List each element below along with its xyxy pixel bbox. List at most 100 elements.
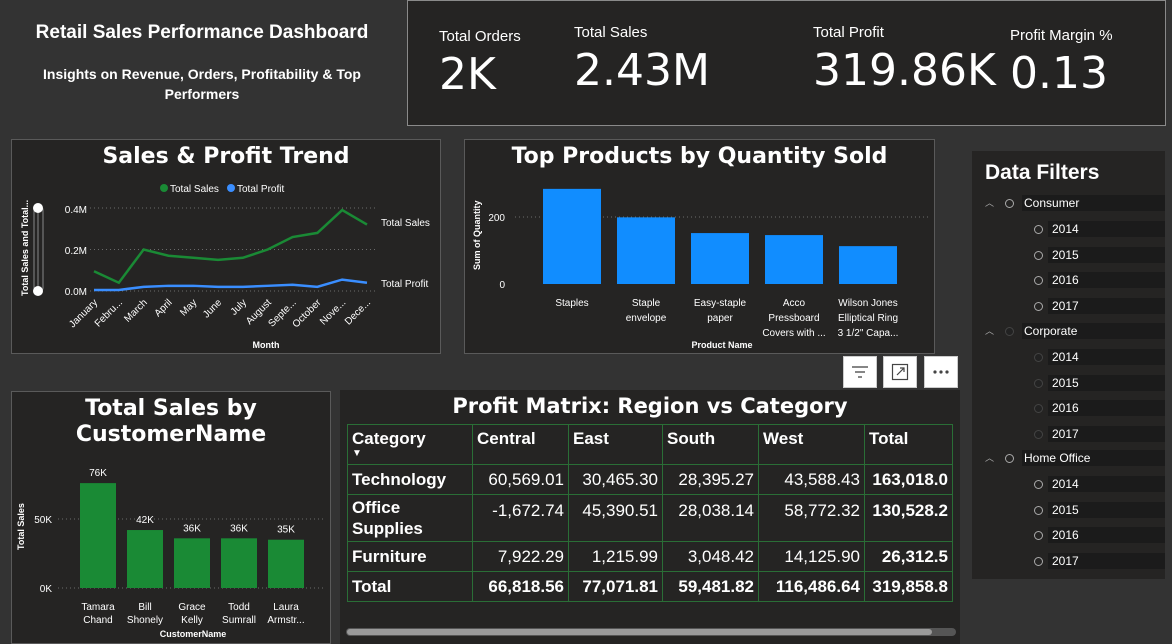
radio-icon[interactable] xyxy=(1034,225,1043,234)
kpi-value: 0.13 xyxy=(1010,48,1108,99)
sales-by-customer-chart[interactable]: Total Sales by CustomerName Total Sales … xyxy=(11,391,331,644)
focus-mode-icon xyxy=(891,363,909,381)
scrollbar-thumb[interactable] xyxy=(347,629,932,635)
matrix-cell: 7,922.29 xyxy=(472,541,569,572)
radio-icon[interactable] xyxy=(1005,454,1014,463)
x-axis-title: CustomerName xyxy=(160,629,227,639)
x-tick: Febru... xyxy=(93,297,125,329)
column-header-south[interactable]: South xyxy=(662,424,759,465)
radio-icon[interactable] xyxy=(1005,327,1014,336)
sort-descending-icon[interactable]: ▼ xyxy=(352,449,468,459)
year-option[interactable]: 2015 xyxy=(972,501,1165,518)
profit-line xyxy=(94,278,368,292)
focus-mode-button[interactable] xyxy=(883,356,917,388)
radio-icon[interactable] xyxy=(1034,429,1043,439)
matrix-total-row: Total 66,818.56 77,071.81 59,481.82 116,… xyxy=(347,571,953,602)
year-label: 2014 xyxy=(1052,477,1079,491)
year-label: 2017 xyxy=(1052,298,1079,313)
x-tick: Acco xyxy=(783,298,806,309)
year-option[interactable]: 2017 xyxy=(972,552,1165,569)
x-tick: Easy-staple xyxy=(694,298,747,309)
year-label: 2015 xyxy=(1052,502,1079,517)
x-tick: Shonely xyxy=(127,615,163,626)
x-tick: Wilson Jones xyxy=(838,298,897,309)
matrix-cell: -1,672.74 xyxy=(472,494,569,542)
chevron-up-icon[interactable]: ︿ xyxy=(985,324,994,337)
radio-icon[interactable] xyxy=(1005,199,1014,208)
radio-icon[interactable] xyxy=(1034,531,1043,540)
row-header[interactable]: Furniture xyxy=(347,541,473,572)
year-option[interactable]: 2016 xyxy=(972,272,1165,288)
filter-button[interactable] xyxy=(843,356,877,388)
y-tick: 50K xyxy=(34,515,52,526)
x-tick: Nove... xyxy=(318,297,348,327)
chevron-up-icon[interactable]: ︿ xyxy=(985,196,994,209)
column-header-west[interactable]: West xyxy=(758,424,865,465)
kpi-total-profit: Total Profit 319.86K xyxy=(813,24,996,93)
data-label: 36K xyxy=(183,523,201,534)
products-chart-svg: Sum of Quantity 200 0 Staples Staple envel… xyxy=(472,188,930,350)
radio-icon[interactable] xyxy=(1034,404,1043,413)
radio-icon[interactable] xyxy=(1034,556,1043,566)
matrix-row: Office Supplies -1,672.74 45,390.51 28,0… xyxy=(347,494,953,542)
y-tick: 0K xyxy=(40,584,53,595)
matrix-cell: 45,390.51 xyxy=(568,494,663,542)
radio-icon[interactable] xyxy=(1034,505,1043,515)
x-axis-labels: JanuaryFebru...March April May June JulyAugu… xyxy=(67,297,373,330)
radio-icon[interactable] xyxy=(1034,480,1043,489)
data-label: 35K xyxy=(277,525,295,536)
radio-icon[interactable] xyxy=(1034,276,1043,285)
row-header[interactable]: Office Supplies xyxy=(347,494,473,542)
x-tick: April xyxy=(153,297,175,319)
top-products-chart[interactable]: Top Products by Quantity Sold Sum of Qua… xyxy=(464,139,935,354)
segment-corporate[interactable]: ︿ Corporate xyxy=(972,323,1165,339)
year-option[interactable]: 2016 xyxy=(972,527,1165,543)
segment-label: Corporate xyxy=(1024,324,1078,338)
year-option[interactable]: 2014 xyxy=(972,476,1165,492)
horizontal-scrollbar[interactable] xyxy=(346,628,956,636)
kpi-value: 319.86K xyxy=(813,45,996,96)
y-axis-title: Total Sales xyxy=(16,503,26,550)
radio-icon[interactable] xyxy=(1034,353,1043,362)
x-tick: March xyxy=(122,297,149,324)
column-header-category[interactable]: Category ▼ xyxy=(347,424,473,465)
matrix-cell-total: 26,312.5 xyxy=(864,541,953,572)
x-tick: Todd xyxy=(228,602,250,613)
dashboard-title: Retail Sales Performance Dashboard xyxy=(35,22,369,43)
x-tick: June xyxy=(201,297,224,320)
column-header-total[interactable]: Total xyxy=(864,424,953,465)
year-label: 2015 xyxy=(1052,375,1079,390)
year-option[interactable]: 2017 xyxy=(972,297,1165,314)
range-slider-top-handle[interactable] xyxy=(33,203,43,213)
profit-matrix[interactable]: Profit Matrix: Region vs Category Catego… xyxy=(340,390,960,644)
year-option[interactable]: 2014 xyxy=(972,221,1165,237)
x-tick: 3 1/2" Capa... xyxy=(838,328,899,339)
row-header[interactable]: Technology xyxy=(347,464,473,495)
radio-icon[interactable] xyxy=(1034,250,1043,260)
sales-profit-trend-chart[interactable]: Sales & Profit Trend Total Sales Total P… xyxy=(11,139,441,354)
kpi-label: Total Profit xyxy=(813,24,884,41)
chevron-up-icon[interactable]: ︿ xyxy=(985,451,994,464)
radio-icon[interactable] xyxy=(1034,301,1043,311)
sales-line xyxy=(93,208,368,285)
matrix-cell-total: 116,486.64 xyxy=(758,571,865,602)
more-options-button[interactable] xyxy=(924,356,958,388)
column-header-east[interactable]: East xyxy=(568,424,663,465)
year-option[interactable]: 2015 xyxy=(972,374,1165,391)
radio-icon[interactable] xyxy=(1034,378,1043,388)
matrix-cell: 3,048.42 xyxy=(662,541,759,572)
kpi-profit-margin: Profit Margin % 0.13 xyxy=(1010,27,1113,96)
segment-consumer[interactable]: ︿ Consumer xyxy=(972,195,1165,211)
y-axis-title: Total Sales and Total... xyxy=(20,200,30,296)
x-axis-title: Month xyxy=(253,340,280,350)
bars xyxy=(543,188,897,284)
column-header-central[interactable]: Central xyxy=(472,424,569,465)
year-option[interactable]: 2015 xyxy=(972,246,1165,263)
x-tick: Staple xyxy=(632,298,661,309)
year-option[interactable]: 2017 xyxy=(972,425,1165,442)
bars: 76K 42K 36K 36K 35K xyxy=(80,468,304,588)
year-option[interactable]: 2014 xyxy=(972,349,1165,365)
segment-home-office[interactable]: ︿ Home Office xyxy=(972,450,1165,466)
range-slider-bottom-handle[interactable] xyxy=(33,286,43,296)
year-option[interactable]: 2016 xyxy=(972,400,1165,416)
